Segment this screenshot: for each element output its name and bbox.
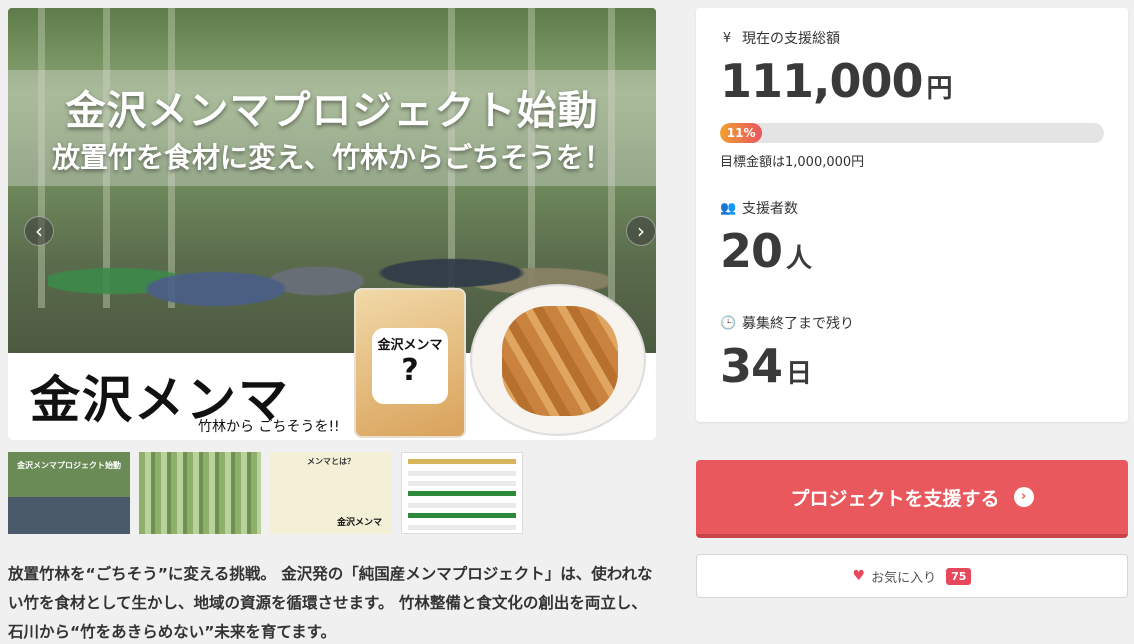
arrow-right-circle-icon: › — [1013, 487, 1034, 507]
project-description: 放置竹林を“ごちそう”に変える挑戦。 金沢発の「純国産メンマプロジェクト」は、使… — [8, 565, 653, 641]
hero-subtitle: 放置竹を食材に変え、竹林からごちそうを！ — [51, 141, 612, 174]
thumbnail-strip: 金沢メンマプロジェクト始動 メンマとは？ 金沢メンマ — [8, 452, 523, 534]
remaining-days: 34 日 — [720, 339, 812, 393]
thumbnail-2[interactable] — [139, 452, 261, 534]
total-amount: 111,000 円 — [720, 54, 953, 108]
remaining-label: 🕒 募集終了まで残り — [720, 315, 854, 333]
progress-fill: 11% — [720, 123, 763, 143]
menma-food — [502, 306, 618, 416]
support-project-button[interactable]: プロジェクトを支援する › — [696, 460, 1128, 538]
thumbnail-4[interactable] — [401, 452, 523, 534]
hero-title: 金沢メンマプロジェクト始動 — [65, 88, 599, 134]
chevron-left-icon: ‹ — [35, 219, 43, 243]
thumbnail-3[interactable]: メンマとは？ 金沢メンマ — [270, 452, 392, 534]
favorite-count-badge: 75 — [946, 567, 972, 585]
menma-plate — [470, 284, 646, 436]
supporters-count: 20 人 — [720, 224, 812, 278]
users-icon: 👥 — [720, 200, 737, 216]
favorite-label: お気に入り — [871, 570, 937, 586]
yen-icon: ¥ — [722, 30, 732, 46]
carousel-next-button[interactable]: › — [626, 216, 656, 246]
thumbnail-1[interactable]: 金沢メンマプロジェクト始動 — [8, 452, 130, 534]
product-package: 金沢メンマ ? — [354, 288, 466, 438]
carousel-prev-button[interactable]: ‹ — [24, 216, 54, 246]
package-label: 金沢メンマ ? — [372, 328, 448, 404]
heart-icon: ♥ — [852, 568, 866, 584]
brand-tagline: 竹林から ごちそうを!! — [198, 419, 340, 435]
supporters-label: 👥 支援者数 — [720, 200, 798, 218]
favorite-button[interactable]: ♥ お気に入り 75 — [696, 554, 1128, 598]
funding-progress-bar: 11% — [720, 123, 1104, 143]
support-button-label: プロジェクトを支援する — [790, 487, 1000, 510]
clock-icon: 🕒 — [720, 315, 737, 331]
stats-card: ¥ 現在の支援総額 111,000 円 11% 目標金額は1,000,000円 👥… — [696, 8, 1128, 422]
hero-carousel[interactable]: 金沢メンマプロジェクト始動 放置竹を食材に変え、竹林からごちそうを！ 金沢メンマ… — [8, 8, 656, 440]
total-amount-label: ¥ 現在の支援総額 — [720, 28, 840, 48]
goal-amount: 目標金額は1,000,000円 — [720, 155, 865, 170]
chevron-right-icon: › — [637, 219, 645, 243]
